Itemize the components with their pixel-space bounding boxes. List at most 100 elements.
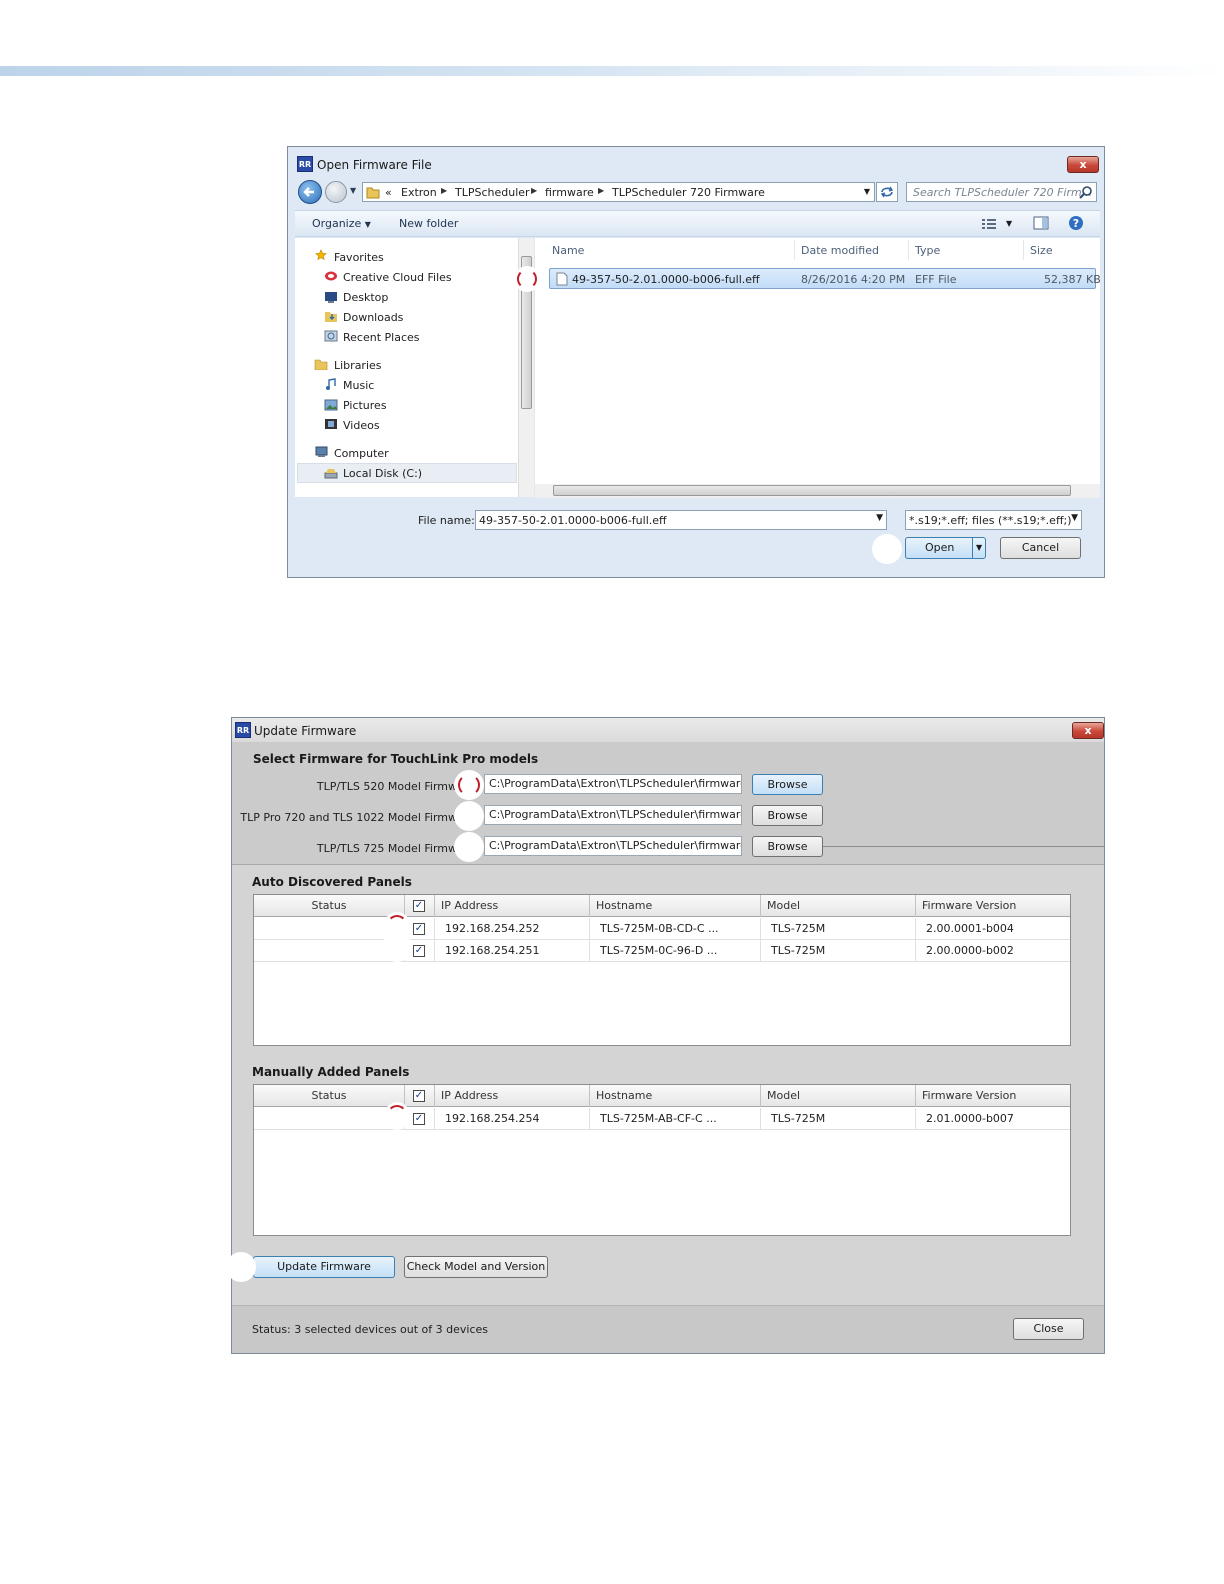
- column-header-model[interactable]: Model: [761, 1085, 916, 1107]
- app-icon: RR: [297, 156, 313, 172]
- nav-recent-places[interactable]: Recent Places: [343, 331, 420, 344]
- update-firmware-button[interactable]: Update Firmware: [253, 1256, 395, 1278]
- column-header-name[interactable]: Name: [552, 244, 584, 257]
- column-header-type[interactable]: Type: [915, 244, 940, 257]
- check-model-version-button[interactable]: Check Model and Version: [404, 1256, 548, 1278]
- back-button[interactable]: [298, 180, 322, 204]
- column-header-status[interactable]: Status: [254, 895, 405, 917]
- address-dropdown-icon[interactable]: ▼: [864, 187, 870, 196]
- column-header-date[interactable]: Date modified: [801, 244, 879, 257]
- view-options-icon[interactable]: [981, 218, 997, 230]
- nav-desktop[interactable]: Desktop: [343, 291, 388, 304]
- file-type-value: *.s19;*.eff; files (**.s19;*.eff;): [909, 514, 1072, 527]
- back-arrow-icon: [303, 187, 314, 197]
- column-header-hostname[interactable]: Hostname: [590, 1085, 761, 1107]
- column-header-firmware-version[interactable]: Firmware Version: [916, 895, 1072, 917]
- table-row[interactable]: ✓ 192.168.254.251 TLS-725M-0C-96-D ... T…: [254, 940, 1070, 962]
- file-name-area: File name: 49-357-50-2.01.0000-b006-full…: [295, 498, 1100, 573]
- browse-button-725[interactable]: Browse: [752, 836, 823, 857]
- breadcrumb-current-folder[interactable]: TLPScheduler 720 Firmware: [612, 186, 765, 199]
- nav-downloads[interactable]: Downloads: [343, 311, 403, 324]
- forward-button[interactable]: [325, 181, 347, 203]
- libraries-icon: [314, 359, 328, 370]
- firmware-path-input-520[interactable]: C:\ProgramData\Extron\TLPScheduler\firmw…: [484, 774, 742, 794]
- breadcrumb-firmware[interactable]: firmware: [545, 186, 594, 199]
- open-dialog-close-button[interactable]: x: [1067, 156, 1099, 173]
- folder-icon: [366, 187, 380, 199]
- nav-computer[interactable]: Computer: [334, 447, 389, 460]
- address-bar[interactable]: « Extron ▶ TLPScheduler ▶ firmware ▶ TLP…: [362, 182, 875, 202]
- nav-music[interactable]: Music: [343, 379, 374, 392]
- open-dialog-title: Open Firmware File: [317, 158, 432, 172]
- breadcrumb-arrow-icon[interactable]: ▶: [531, 186, 537, 195]
- file-horizontal-scrollbar[interactable]: [535, 484, 1100, 498]
- creative-cloud-icon: [325, 271, 337, 281]
- browse-button-520[interactable]: Browse: [752, 774, 823, 795]
- file-type-select[interactable]: *.s19;*.eff; files (**.s19;*.eff;) ▼: [905, 510, 1082, 530]
- firmware-path-input-725[interactable]: C:\ProgramData\Extron\TLPScheduler\firmw…: [484, 836, 742, 856]
- table-row[interactable]: ✓ 192.168.254.254 TLS-725M-AB-CF-C ... T…: [254, 1108, 1070, 1130]
- breadcrumb-overflow[interactable]: «: [385, 186, 392, 199]
- file-scroll-thumb[interactable]: [553, 485, 1071, 496]
- select-all-checkbox-auto[interactable]: ✓: [413, 900, 425, 912]
- firmware-path-input-720[interactable]: C:\ProgramData\Extron\TLPScheduler\firmw…: [484, 805, 742, 825]
- file-row-selected[interactable]: 49-357-50-2.01.0000-b006-full.eff 8/26/2…: [549, 268, 1101, 289]
- table-row[interactable]: ✓ 192.168.254.252 TLS-725M-0B-CD-C ... T…: [254, 918, 1070, 940]
- column-header-ip[interactable]: IP Address: [435, 895, 590, 917]
- manual-grid-header: Status ✓ IP Address Hostname Model Firmw…: [254, 1085, 1070, 1107]
- open-dialog-titlebar[interactable]: RR Open Firmware File x: [288, 147, 1104, 173]
- select-firmware-title: Select Firmware for TouchLink Pro models: [253, 752, 539, 766]
- close-button[interactable]: Close: [1013, 1318, 1084, 1340]
- row-checkbox[interactable]: ✓: [413, 1113, 425, 1125]
- file-list-pane: Name Date modified Type Size 49-357-50-2…: [535, 238, 1101, 497]
- column-header-ip[interactable]: IP Address: [435, 1085, 590, 1107]
- nav-libraries[interactable]: Libraries: [334, 359, 382, 372]
- column-header-model[interactable]: Model: [761, 895, 916, 917]
- organize-menu[interactable]: Organize ▼: [312, 217, 371, 230]
- open-button[interactable]: Open ▼: [905, 537, 986, 559]
- callout-marker: [454, 801, 484, 831]
- new-folder-button[interactable]: New folder: [399, 217, 458, 230]
- hostname-cell: TLS-725M-0B-CD-C ...: [590, 918, 761, 940]
- callout-marker: [454, 770, 484, 800]
- nav-videos[interactable]: Videos: [343, 419, 380, 432]
- preview-pane-icon[interactable]: [1033, 216, 1049, 230]
- row-checkbox[interactable]: ✓: [413, 923, 425, 935]
- svg-text:?: ?: [1073, 217, 1079, 230]
- open-dropdown-icon[interactable]: ▼: [976, 538, 982, 558]
- update-dialog-titlebar[interactable]: RR Update Firmware x: [232, 718, 1104, 742]
- column-header-status[interactable]: Status: [254, 1085, 405, 1107]
- nav-creative-cloud[interactable]: Creative Cloud Files: [343, 271, 452, 284]
- breadcrumb-arrow-icon[interactable]: ▶: [598, 186, 604, 195]
- nav-local-disk: Local Disk (C:): [343, 467, 423, 480]
- update-dialog-title: Update Firmware: [254, 724, 357, 738]
- history-dropdown-icon[interactable]: ▼: [350, 186, 356, 195]
- file-icon: [556, 272, 568, 286]
- column-header-firmware-version[interactable]: Firmware Version: [916, 1085, 1072, 1107]
- breadcrumb-arrow-icon[interactable]: ▶: [441, 186, 447, 195]
- browse-button-720[interactable]: Browse: [752, 805, 823, 826]
- row-checkbox[interactable]: ✓: [413, 945, 425, 957]
- auto-discovered-title: Auto Discovered Panels: [252, 875, 412, 889]
- breadcrumb-extron[interactable]: Extron: [401, 186, 437, 199]
- file-type-dropdown-icon[interactable]: ▼: [1071, 513, 1078, 523]
- select-all-checkbox-manual[interactable]: ✓: [413, 1090, 425, 1102]
- column-divider: [794, 240, 795, 260]
- hostname-cell: TLS-725M-AB-CF-C ...: [590, 1108, 761, 1130]
- help-icon[interactable]: ?: [1068, 215, 1084, 231]
- column-header-hostname[interactable]: Hostname: [590, 895, 761, 917]
- file-name-dropdown-icon[interactable]: ▼: [876, 513, 883, 523]
- breadcrumb-tlpscheduler[interactable]: TLPScheduler: [455, 186, 530, 199]
- view-dropdown-icon[interactable]: ▼: [1006, 219, 1012, 228]
- column-header-size[interactable]: Size: [1030, 244, 1053, 257]
- nav-favorites[interactable]: Favorites: [334, 251, 384, 264]
- page-header-bar: [0, 66, 1224, 76]
- nav-pictures[interactable]: Pictures: [343, 399, 387, 412]
- update-dialog-close-button[interactable]: x: [1072, 722, 1104, 739]
- nav-local-disk-selected[interactable]: Local Disk (C:): [297, 463, 517, 483]
- refresh-button[interactable]: [876, 182, 898, 202]
- search-input[interactable]: Search TLPScheduler 720 Firm...: [906, 182, 1097, 202]
- file-name-input[interactable]: 49-357-50-2.01.0000-b006-full.eff ▼: [475, 510, 887, 530]
- cancel-button[interactable]: Cancel: [1000, 537, 1081, 559]
- model-cell: TLS-725M: [761, 918, 916, 940]
